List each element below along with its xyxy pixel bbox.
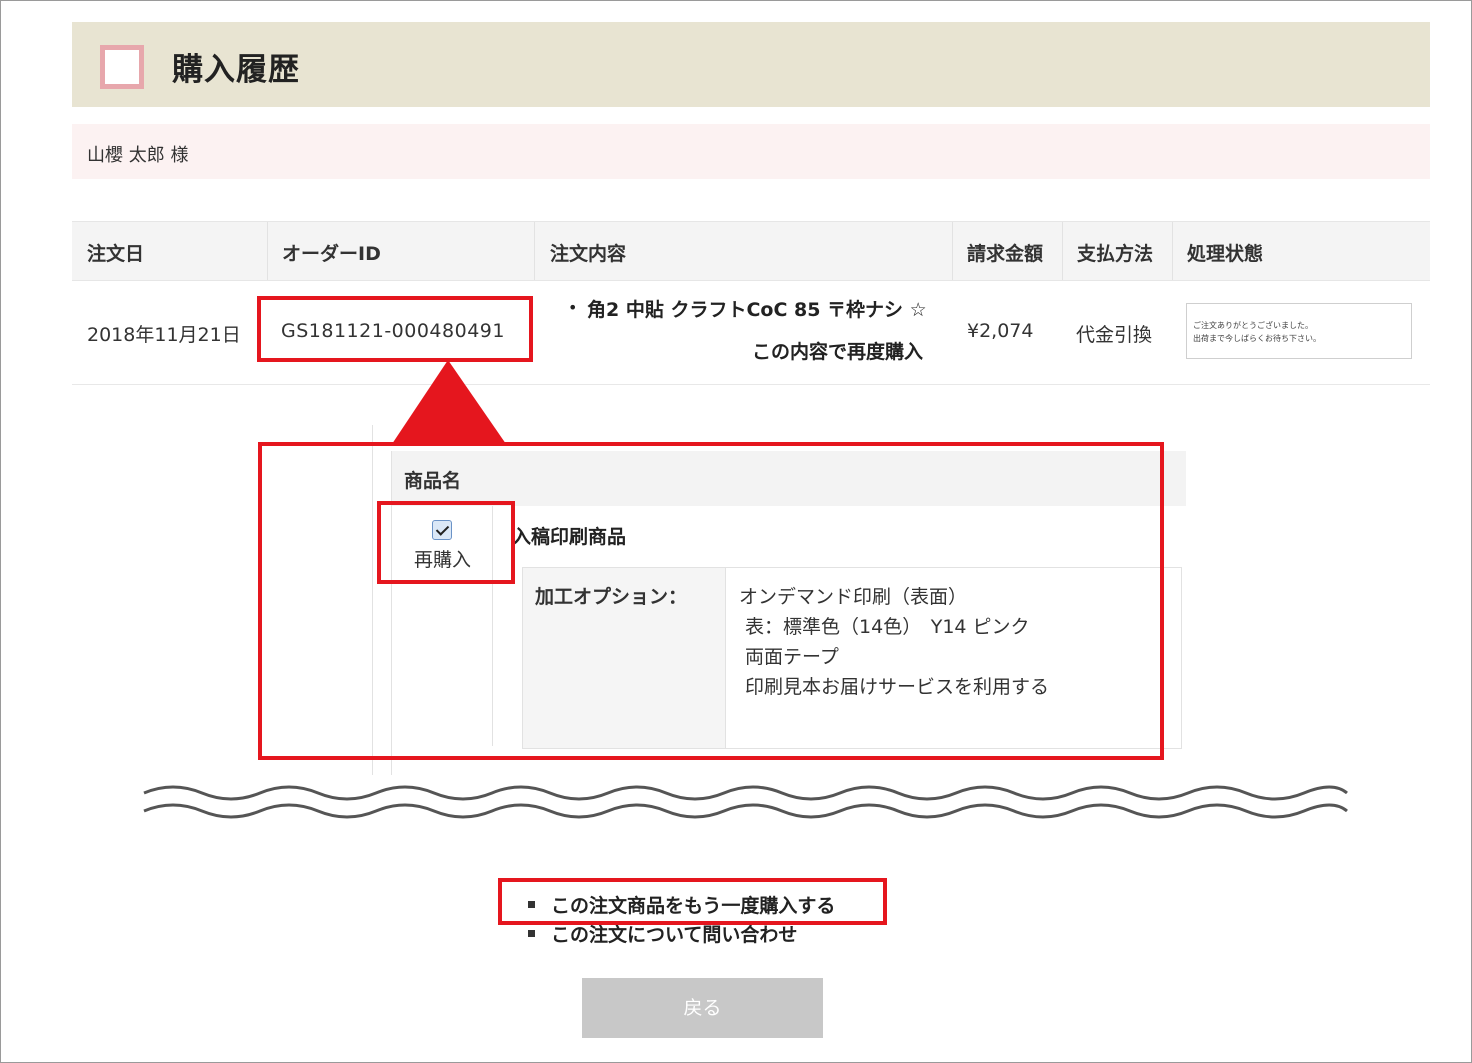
product-detail-highlight — [258, 442, 1164, 760]
back-button[interactable]: 戻る — [582, 978, 823, 1038]
wave-break-icon — [143, 803, 1348, 819]
wave-break-icon — [143, 785, 1348, 801]
list-bullet-icon — [528, 930, 535, 937]
inquiry-link-label: この注文について問い合わせ — [551, 924, 798, 946]
rebuy-checkbox-highlight — [377, 501, 515, 584]
buy-again-highlight — [498, 878, 887, 925]
